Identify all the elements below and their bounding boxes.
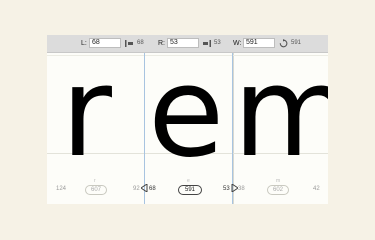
glyph-m-mark: m — [276, 178, 281, 184]
kern-right-arrow-icon[interactable] — [231, 184, 238, 192]
left-sidebearing-current: 68 — [137, 40, 144, 46]
glyph-r-left-sidebearing[interactable]: 124 — [56, 186, 66, 192]
glyph-r-width-oval[interactable]: 607 — [85, 185, 107, 195]
glyph-e-mark: e — [187, 178, 190, 184]
glyph-m-left-sidebearing[interactable]: 38 — [238, 186, 245, 192]
glyph-m-width-oval[interactable]: 602 — [267, 185, 289, 195]
glyph-e-left-sidebearing[interactable]: 68 — [149, 186, 156, 192]
glyph-boundary-line — [144, 53, 145, 204]
glyph-editor-panel: L: 68 68 R: 53 53 W: 591 591 r e m r e m… — [47, 35, 328, 204]
glyph-m-right-sidebearing[interactable]: 42 — [313, 186, 320, 192]
align-left-icon[interactable] — [125, 39, 134, 48]
glyph-canvas[interactable]: r e m r e m 124 607 92 68 591 53 38 602 … — [47, 49, 328, 204]
kern-left-arrow-icon[interactable] — [141, 184, 148, 192]
glyph-m[interactable]: m — [233, 49, 328, 177]
glyph-r[interactable]: r — [61, 49, 112, 177]
glyph-r-right-sidebearing[interactable]: 92 — [133, 186, 140, 192]
glyph-e[interactable]: e — [148, 49, 224, 177]
glyph-r-mark: r — [94, 178, 96, 184]
glyph-e-width-oval[interactable]: 591 — [178, 185, 202, 195]
glyph-e-right-sidebearing[interactable]: 53 — [223, 186, 230, 192]
